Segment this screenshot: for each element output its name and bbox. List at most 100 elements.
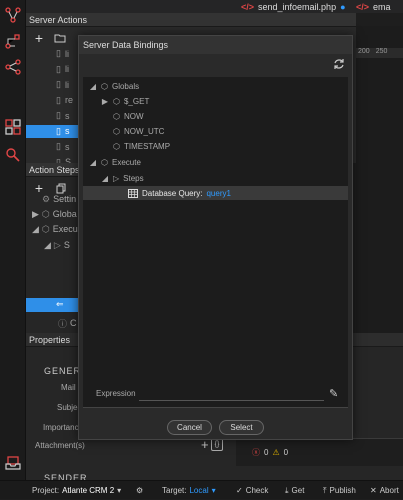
tab-send-infoemail[interactable]: </> send_infoemail.php ● bbox=[241, 0, 346, 13]
gear-icon: ⚙ bbox=[42, 193, 51, 204]
cube-icon: ⬡ bbox=[113, 126, 120, 136]
caret-right-icon: ▶ bbox=[32, 208, 39, 219]
chevron-down-icon: ▾ bbox=[117, 486, 122, 495]
ruler-mark: 250 bbox=[375, 48, 388, 55]
magic-wand-icon[interactable]: ✎ bbox=[329, 387, 338, 400]
php-file-icon: </> bbox=[241, 1, 255, 12]
tab-label: ema bbox=[373, 1, 391, 12]
file-label: li bbox=[64, 64, 69, 74]
check-icon: ✓ bbox=[236, 486, 243, 495]
tab-ema[interactable]: </> ema bbox=[356, 0, 391, 13]
publish-label: Publish bbox=[329, 486, 356, 495]
project-selector[interactable]: Project: Atlante CRM 2 ▾ bbox=[32, 481, 121, 500]
php-file-icon: </> bbox=[356, 1, 370, 12]
inbox-icon[interactable] bbox=[2, 452, 24, 474]
problem-counts[interactable]: ⓧ 0 ⚠ 0 bbox=[252, 447, 288, 458]
caret-down-icon: ◢ bbox=[44, 239, 51, 250]
cancel-button[interactable]: Cancel bbox=[167, 420, 212, 435]
cube-icon: ⬡ bbox=[113, 111, 120, 121]
tree-label: Globals bbox=[111, 81, 140, 91]
publish-button[interactable]: ⤒ Publish bbox=[323, 481, 356, 500]
step-selected[interactable]: ⇐ bbox=[26, 298, 78, 312]
tree-steps[interactable]: ◢ ▷ Steps bbox=[101, 171, 144, 185]
abort-button[interactable]: ✕ Abort bbox=[370, 481, 399, 500]
status-bar: Project: Atlante CRM 2 ▾ ⚙ Target: Local… bbox=[0, 480, 403, 499]
upload-icon: ⤒ bbox=[323, 485, 327, 495]
tree-now[interactable]: ⬡ NOW bbox=[113, 109, 144, 123]
cube-icon: ⬡ bbox=[101, 157, 108, 167]
divider bbox=[83, 407, 348, 408]
get-button[interactable]: ⤓ Get bbox=[285, 481, 304, 500]
tree-label: Steps bbox=[123, 173, 144, 183]
tree-now-utc[interactable]: ⬡ NOW_UTC bbox=[113, 124, 164, 138]
file-icon: ▯ bbox=[56, 79, 61, 89]
warning-icon: ⚠ bbox=[272, 448, 280, 457]
tree-globals[interactable]: ◢ ⬡ Globals bbox=[89, 79, 139, 93]
tree-icon[interactable] bbox=[2, 30, 24, 52]
target-selector[interactable]: Target: Local ▾ bbox=[162, 481, 216, 500]
cube-icon: ⬡ bbox=[101, 81, 108, 91]
file-label: li bbox=[64, 79, 69, 90]
file-label: re bbox=[64, 95, 73, 105]
ruler: 200 250 bbox=[356, 48, 403, 58]
tree-label: Execute bbox=[111, 157, 141, 167]
step-steps[interactable]: ◢ ▷ S bbox=[44, 238, 70, 252]
caret-down-icon: ◢ bbox=[32, 223, 39, 234]
file-icon: ▯ bbox=[56, 125, 61, 136]
tree-database-query[interactable]: Database Query: query1 bbox=[83, 186, 348, 200]
play-icon: ▷ bbox=[113, 173, 120, 183]
caret-right-icon: ▶ bbox=[101, 96, 109, 106]
importance-label: Importanc bbox=[43, 423, 79, 432]
file-icon: ▯ bbox=[56, 110, 61, 120]
file-icon: ▯ bbox=[56, 94, 61, 105]
components-icon[interactable] bbox=[2, 116, 24, 138]
file-label: s bbox=[64, 126, 70, 136]
panel-title: Action Steps bbox=[26, 163, 86, 177]
tree-label: NOW bbox=[123, 111, 144, 121]
chevron-down-icon: ▾ bbox=[211, 486, 216, 495]
flow-icon[interactable] bbox=[2, 4, 24, 26]
send-icon: ⇐ bbox=[56, 299, 64, 309]
share-icon[interactable] bbox=[2, 56, 24, 78]
check-label: Check bbox=[245, 486, 269, 495]
query-name: query1 bbox=[206, 188, 231, 198]
tree-label: Database Query: bbox=[142, 188, 203, 198]
error-count: 0 bbox=[264, 448, 269, 457]
expression-input[interactable] bbox=[139, 389, 324, 401]
error-icon: ⓧ bbox=[252, 448, 260, 457]
step-settings[interactable]: ⚙ Settin bbox=[42, 192, 76, 206]
refresh-icon[interactable] bbox=[333, 58, 345, 70]
search-icon[interactable] bbox=[2, 144, 24, 166]
target-label: Target: bbox=[162, 486, 187, 495]
folder-icon[interactable] bbox=[53, 31, 67, 45]
step-execute[interactable]: ◢ ⬡ Execu bbox=[32, 222, 78, 236]
tree-execute[interactable]: ◢ ⬡ Execute bbox=[89, 155, 141, 169]
caret-down-icon: ◢ bbox=[101, 173, 109, 183]
problems-panel: ⓧ 0 ⚠ 0 bbox=[236, 438, 403, 466]
tree-timestamp[interactable]: ⬡ TIMESTAMP bbox=[113, 139, 170, 153]
target-value: Local bbox=[189, 486, 209, 495]
check-button[interactable]: ✓ Check bbox=[236, 481, 268, 500]
table-icon bbox=[128, 188, 138, 198]
project-label: Project: bbox=[32, 486, 60, 495]
file-icon: ▯ bbox=[56, 48, 61, 58]
tree-label: $_GET bbox=[123, 96, 150, 106]
add-icon[interactable]: + bbox=[32, 30, 46, 46]
server-action-file[interactable]: ▯ s bbox=[26, 124, 78, 138]
select-button[interactable]: Select bbox=[219, 420, 264, 435]
step-c[interactable]: ⓘ C bbox=[58, 316, 77, 330]
tab-label: send_infoemail.php bbox=[258, 1, 337, 12]
tree-label: NOW_UTC bbox=[123, 126, 165, 136]
gear-icon[interactable]: ⚙ bbox=[136, 481, 143, 500]
data-tree: ◢ ⬡ Globals ▶ ⬡ $_GET ⬡ NOW ⬡ NOW_UTC ⬡ … bbox=[83, 77, 348, 407]
file-label: s bbox=[64, 141, 70, 152]
step-globals[interactable]: ▶ ⬡ Globa bbox=[32, 207, 77, 221]
action-steps-panel: Action Steps + ⚙ Settin ▶ ⬡ Globa ◢ ⬡ Ex… bbox=[26, 163, 86, 333]
step-label: Globa bbox=[52, 209, 77, 219]
server-data-bindings-dialog: Server Data Bindings ◢ ⬡ Globals ▶ ⬡ $_G… bbox=[78, 35, 353, 440]
info-icon: ⓘ bbox=[58, 318, 68, 329]
project-value: Atlante CRM 2 bbox=[62, 486, 115, 495]
step-label: Execu bbox=[52, 224, 78, 234]
cube-icon: ⬡ bbox=[41, 208, 50, 219]
tree-get[interactable]: ▶ ⬡ $_GET bbox=[101, 94, 149, 108]
